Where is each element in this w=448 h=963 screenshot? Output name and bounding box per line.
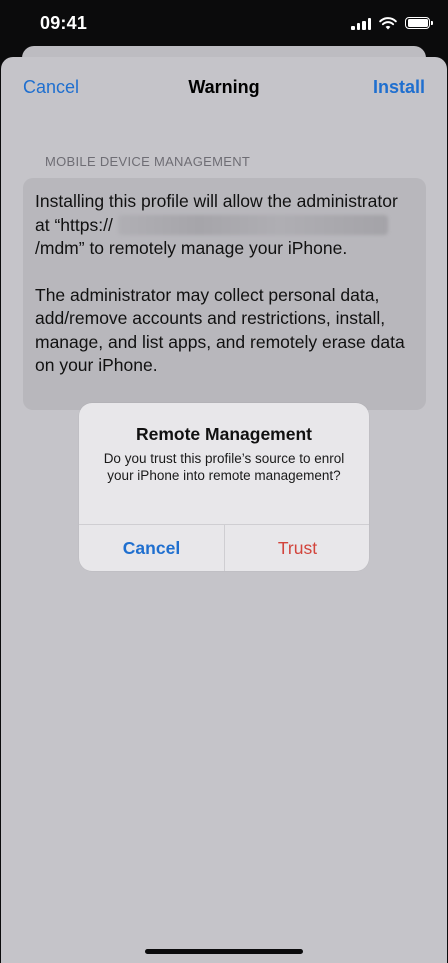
- remote-management-alert: Remote Management Do you trust this prof…: [79, 403, 369, 571]
- info-paragraph-1: Installing this profile will allow the a…: [35, 190, 414, 261]
- alert-cancel-button[interactable]: Cancel: [79, 525, 224, 571]
- info-paragraph-2: The administrator may collect personal d…: [35, 284, 405, 376]
- home-indicator[interactable]: [145, 949, 303, 954]
- section-header: MOBILE DEVICE MANAGEMENT: [45, 154, 251, 169]
- status-time: 09:41: [40, 13, 88, 33]
- cellular-signal-icon: [351, 17, 371, 30]
- info-card: Installing this profile will allow the a…: [23, 178, 426, 410]
- wifi-icon: [379, 16, 397, 29]
- info-text-suffix: /mdm” to remotely manage your iPhone.: [35, 238, 348, 258]
- status-bar: 09:41: [0, 0, 448, 48]
- navigation-bar: Cancel Warning Install: [1, 57, 447, 119]
- alert-trust-button[interactable]: Trust: [225, 525, 369, 571]
- battery-icon: [405, 16, 433, 30]
- status-icons: [351, 15, 433, 31]
- alert-message: Do you trust this profile’s source to en…: [103, 451, 345, 483]
- install-button[interactable]: Install: [373, 77, 425, 98]
- alert-title: Remote Management: [135, 424, 312, 444]
- redacted-url: [117, 214, 388, 235]
